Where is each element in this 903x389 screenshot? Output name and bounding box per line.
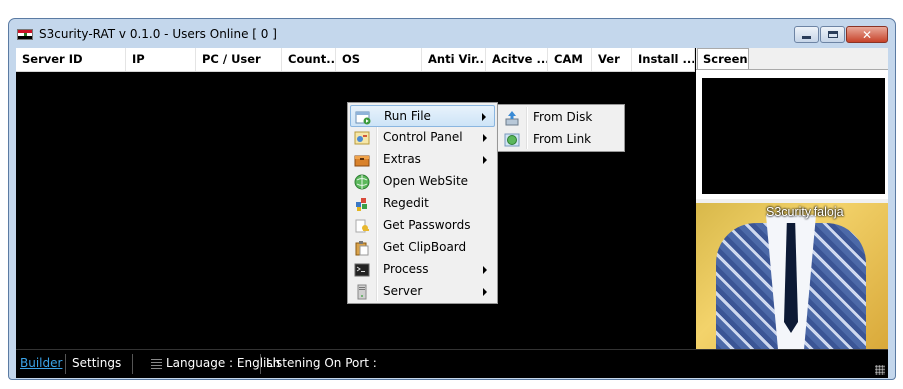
status-separator: [260, 354, 261, 374]
iraq-flag-icon: [17, 29, 33, 40]
column-country[interactable]: Count...: [282, 48, 336, 71]
right-panel: Screen S3curity.faloja: [696, 48, 888, 349]
status-separator: [65, 354, 66, 374]
menu-item-label: Regedit: [383, 196, 429, 210]
menu-item-label: From Link: [533, 132, 592, 146]
link-globe-icon: [504, 133, 520, 147]
regedit-icon: [356, 198, 367, 211]
context-menu: Run File Control Panel Extras Open WebSi…: [347, 102, 498, 304]
screen-tab-panel: [696, 69, 888, 199]
language-label[interactable]: Language : English: [166, 356, 280, 370]
column-os[interactable]: OS: [336, 48, 422, 71]
maximize-icon: [827, 31, 838, 38]
submenu-arrow-icon: [483, 134, 487, 142]
close-icon: ✕: [861, 27, 873, 42]
resize-grip-icon[interactable]: [875, 365, 885, 375]
run-file-icon: [355, 111, 371, 125]
column-install[interactable]: Install ...: [632, 48, 695, 71]
submenu-arrow-icon: [483, 266, 487, 274]
listview-header: Server ID IP PC / User Count... OS Anti …: [16, 48, 695, 72]
menu-item-label: From Disk: [533, 110, 593, 124]
column-cam[interactable]: CAM: [548, 48, 592, 71]
menu-item-open-website[interactable]: Open WebSite: [350, 171, 495, 193]
run-file-submenu: From Disk From Link: [497, 104, 625, 152]
submenu-arrow-icon: [483, 156, 487, 164]
menu-item-label: Get Passwords: [383, 218, 471, 232]
menu-item-label: Process: [383, 262, 429, 276]
menu-item-label: Server: [383, 284, 423, 298]
screen-preview: [702, 78, 885, 194]
extras-icon: [354, 155, 370, 167]
column-ver[interactable]: Ver: [592, 48, 632, 71]
window-controls: ✕: [793, 26, 888, 44]
column-antivirus[interactable]: Anti Vir...: [422, 48, 486, 71]
column-pc-user[interactable]: PC / User: [196, 48, 282, 71]
menu-item-label: Extras: [383, 152, 421, 166]
tab-screen[interactable]: Screen: [697, 48, 749, 70]
menu-item-from-disk[interactable]: From Disk: [500, 107, 622, 129]
control-panel-icon: [354, 131, 370, 145]
column-active-window[interactable]: Acitve ...: [486, 48, 548, 71]
submenu-arrow-icon: [483, 288, 487, 296]
menu-item-process[interactable]: Process: [350, 259, 495, 281]
minimize-button[interactable]: [794, 26, 819, 43]
menu-item-regedit[interactable]: Regedit: [350, 193, 495, 215]
menu-item-get-passwords[interactable]: Get Passwords: [350, 215, 495, 237]
key-icon: [355, 219, 369, 233]
minimize-icon: [802, 36, 811, 39]
column-server-id[interactable]: Server ID: [16, 48, 126, 71]
window-title: S3curity-RAT v 0.1.0 - Users Online [ 0 …: [39, 27, 277, 41]
menu-item-get-clipboard[interactable]: Get ClipBoard: [350, 237, 495, 259]
builder-link[interactable]: Builder: [20, 356, 62, 370]
listening-port-label: Listening On Port :: [266, 356, 377, 370]
tab-strip: Screen: [696, 48, 888, 70]
banner-image: S3curity.faloja: [696, 203, 888, 349]
column-ip[interactable]: IP: [126, 48, 196, 71]
menu-item-label: Open WebSite: [383, 174, 469, 188]
terminal-icon: [354, 263, 370, 277]
status-separator: [132, 354, 133, 374]
menu-item-control-panel[interactable]: Control Panel: [350, 127, 495, 149]
language-icon: [151, 359, 162, 369]
submenu-arrow-icon: [482, 113, 486, 121]
settings-button[interactable]: Settings: [72, 356, 121, 370]
clipboard-icon: [355, 241, 369, 256]
menu-item-server[interactable]: Server: [350, 281, 495, 303]
server-icon: [357, 284, 367, 300]
close-button[interactable]: ✕: [846, 26, 888, 43]
menu-item-label: Control Panel: [383, 130, 463, 144]
menu-item-extras[interactable]: Extras: [350, 149, 495, 171]
globe-icon: [354, 174, 370, 190]
banner-caption: S3curity.faloja: [766, 205, 844, 219]
menu-item-run-file[interactable]: Run File: [350, 105, 495, 127]
title-bar[interactable]: S3curity-RAT v 0.1.0 - Users Online [ 0 …: [9, 19, 895, 49]
menu-item-from-link[interactable]: From Link: [500, 129, 622, 151]
maximize-button[interactable]: [820, 26, 845, 43]
menu-item-label: Run File: [384, 109, 431, 123]
disk-upload-icon: [505, 111, 519, 126]
menu-item-label: Get ClipBoard: [383, 240, 467, 254]
status-bar: Builder Settings Language : English List…: [16, 349, 888, 378]
